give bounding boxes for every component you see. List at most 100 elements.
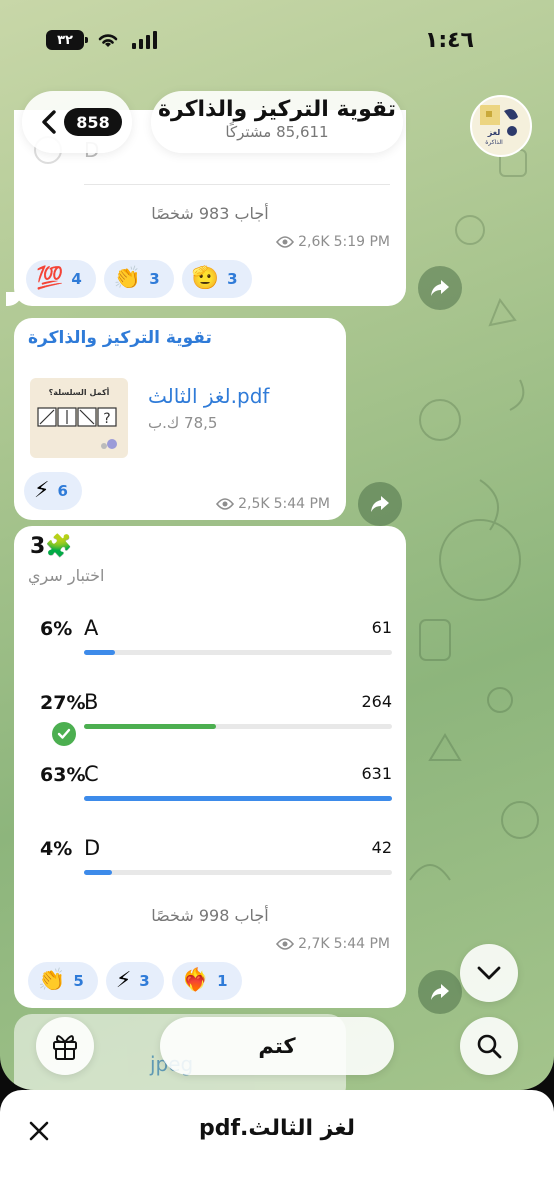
message-time: 5:44 PM <box>333 936 390 952</box>
poll-option-bar <box>84 724 392 729</box>
poll-option-bar-fill <box>84 870 112 875</box>
sheet-title: لغز الثالث.pdf <box>198 1116 356 1141</box>
channel-logo: لغز الذاكرة <box>480 105 518 146</box>
search-icon <box>477 1034 502 1059</box>
reaction-heart-fire[interactable]: ❤️‍🔥 1 <box>171 962 242 1000</box>
chat-screen: ٣٢ ١:٤٦ D أجاب 983 شخصًا 2,6K 5:19 PM 💯4… <box>0 0 554 1090</box>
view-count: 2,5K <box>238 496 270 512</box>
battery-icon: ٣٢ <box>46 30 88 50</box>
status-icons: ٣٢ <box>46 30 160 50</box>
share-arrow-icon <box>431 984 449 1000</box>
file-preview-sheet: لغز الثالث.pdf <box>0 1090 554 1200</box>
channel-header[interactable]: تقوية التركيز والذاكرة 85,611 مشتركًا <box>151 91 403 153</box>
status-bar: ٣٢ ١:٤٦ <box>0 0 554 80</box>
poll-option-votes: 61 <box>371 618 392 637</box>
battery-level: ٣٢ <box>57 32 73 48</box>
reactions-row: 👏 5 ⚡ 3 ❤️‍🔥 1 <box>28 962 242 1000</box>
message-meta: 2,6K 5:19 PM <box>276 234 390 250</box>
view-count: 2,7K <box>298 936 330 952</box>
reaction-emoji: ❤️‍🔥 <box>181 968 210 993</box>
reaction-emoji: 🫡 <box>191 266 220 291</box>
poll-option-percent: 4% <box>40 838 73 860</box>
poll-option-b: 27% B 264 <box>28 684 394 754</box>
reactions-row: 💯 4 👏 3 🫡 3 <box>26 260 252 298</box>
gift-icon <box>53 1035 77 1060</box>
reactions-row: ⚡ 6 <box>24 472 82 510</box>
poll-voters-count: أجاب 998 شخصًا <box>151 906 269 925</box>
reaction-count: 1 <box>217 972 228 990</box>
reaction-clap[interactable]: 👏 5 <box>28 962 98 1000</box>
gift-button[interactable] <box>36 1017 94 1075</box>
reaction-emoji: 👏 <box>38 968 66 993</box>
poll-option-percent: 6% <box>40 618 73 640</box>
reaction-emoji: ⚡ <box>115 968 132 993</box>
poll-option-percent: 27% <box>40 692 86 714</box>
eye-icon <box>276 938 295 950</box>
poll-title: 3🧩 <box>30 534 73 559</box>
poll-option-label: A <box>84 616 99 640</box>
poll-option-votes: 631 <box>361 764 392 783</box>
share-button[interactable] <box>418 266 462 310</box>
poll-option-bar <box>84 796 392 801</box>
subscriber-count: 85,611 مشتركًا <box>225 123 329 141</box>
wifi-icon <box>98 34 118 47</box>
message-meta: 2,5K 5:44 PM <box>216 496 330 512</box>
poll-option-a: 6% A 61 <box>28 610 394 680</box>
file-size: 78,5 ك.ب <box>148 414 218 432</box>
poll-option-bar <box>84 650 392 655</box>
reaction-lightning[interactable]: ⚡ 3 <box>105 962 164 1000</box>
correct-answer-icon <box>52 722 76 746</box>
poll-type: اختبار سري <box>28 566 105 585</box>
poll-option-bar-fill <box>84 650 115 655</box>
message-time: 5:19 PM <box>333 234 390 250</box>
mute-button[interactable]: كتم <box>160 1017 394 1075</box>
share-arrow-icon <box>431 280 449 296</box>
poll-option-label: D <box>84 836 101 860</box>
channel-avatar[interactable]: لغز الذاكرة <box>470 95 532 157</box>
share-arrow-icon <box>371 496 389 512</box>
divider <box>84 184 390 185</box>
file-thumbnail[interactable]: أكمل السلسلة؟ ? <box>30 378 128 458</box>
reaction-lightning[interactable]: ⚡ 6 <box>24 472 82 510</box>
svg-text:لغز: لغز <box>487 128 501 137</box>
view-count: 2,6K <box>298 234 330 250</box>
reaction-salute[interactable]: 🫡 3 <box>181 260 252 298</box>
reaction-count: 6 <box>57 482 68 500</box>
signal-icon <box>132 31 157 49</box>
message-time: 5:44 PM <box>273 496 330 512</box>
channel-title: تقوية التركيز والذاكرة <box>158 97 396 122</box>
poll-option-bar <box>84 870 392 875</box>
reaction-count: 3 <box>139 972 150 990</box>
share-button[interactable] <box>418 970 462 1014</box>
poll-option-label: B <box>84 690 99 714</box>
message-meta: 2,7K 5:44 PM <box>276 936 390 952</box>
reaction-emoji: ⚡ <box>34 478 50 503</box>
clock: ١:٤٦ <box>424 28 474 53</box>
back-button[interactable]: 858 <box>22 91 132 153</box>
chevron-down-icon <box>477 966 501 980</box>
svg-text:الذاكرة: الذاكرة <box>485 139 503 146</box>
reaction-clap[interactable]: 👏 3 <box>103 260 174 298</box>
chevron-left-icon <box>42 110 56 134</box>
checkmark-icon <box>57 728 71 739</box>
unread-badge: 858 <box>64 108 122 136</box>
poll-option-d: 4% D 42 <box>28 830 394 900</box>
poll-option-label: C <box>84 762 99 786</box>
poll-option-percent: 63% <box>40 764 86 786</box>
reaction-count: 3 <box>227 270 238 288</box>
file-message: تقوية التركيز والذاكرة أكمل السلسلة؟ ? ل… <box>14 318 346 520</box>
svg-text:?: ? <box>103 411 110 427</box>
file-name[interactable]: لغز الثالث.pdf <box>148 384 269 408</box>
reaction-count: 4 <box>71 270 82 288</box>
reaction-emoji: 💯 <box>36 266 64 291</box>
poll-option-votes: 264 <box>361 692 392 711</box>
reaction-100[interactable]: 💯 4 <box>26 260 96 298</box>
search-button[interactable] <box>460 1017 518 1075</box>
poll-option-bar-fill <box>84 724 217 729</box>
eye-icon <box>216 498 235 510</box>
message-author: تقوية التركيز والذاكرة <box>28 328 212 348</box>
poll-voters-count: أجاب 983 شخصًا <box>151 204 269 223</box>
scroll-down-button[interactable] <box>460 944 518 1002</box>
share-button[interactable] <box>358 482 402 526</box>
reaction-count: 3 <box>149 270 160 288</box>
